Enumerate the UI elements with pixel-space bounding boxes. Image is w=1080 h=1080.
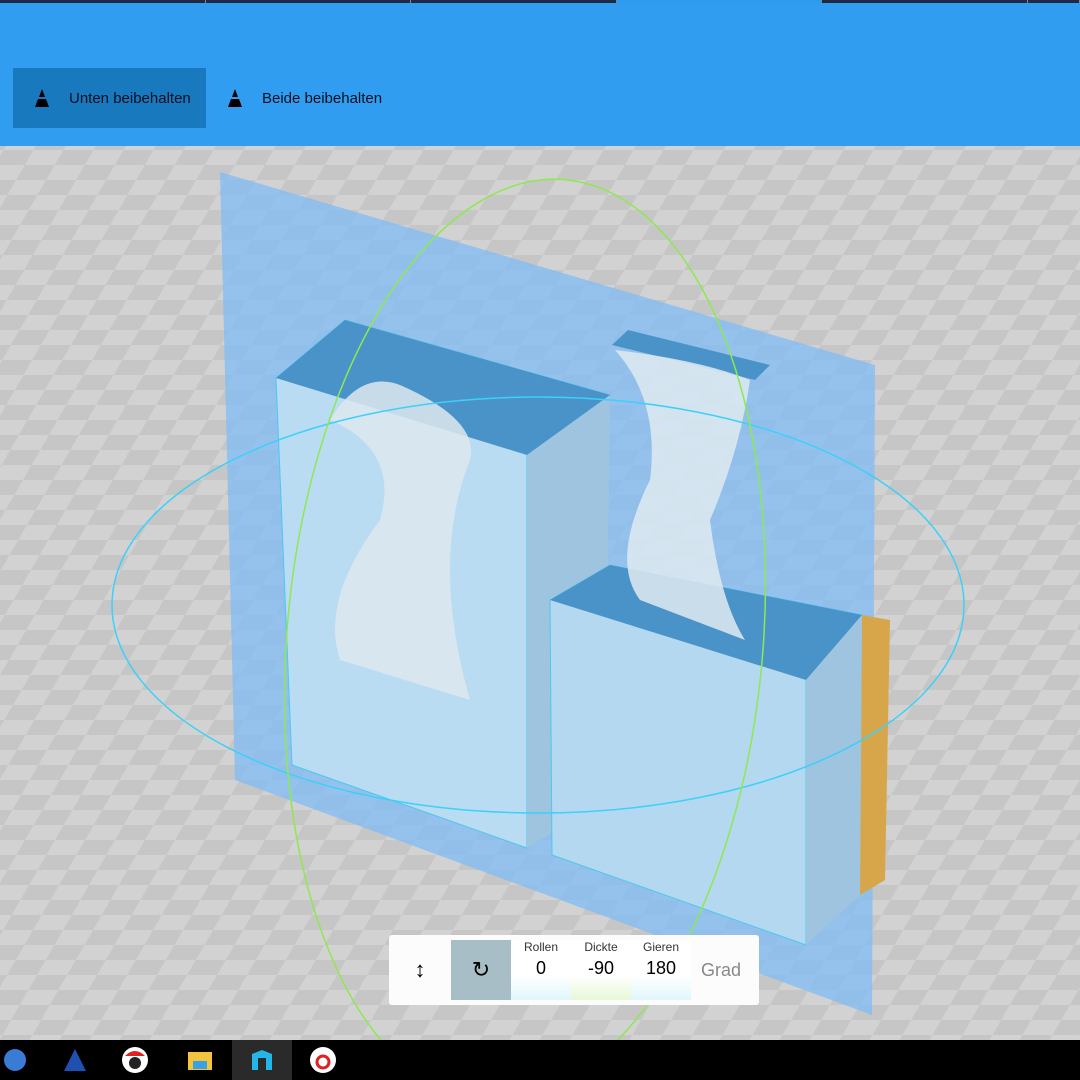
keep-bottom-icon [35, 89, 49, 107]
keep-bottom-button[interactable]: Unten beibehalten [13, 68, 206, 128]
wizard-icon[interactable] [45, 1040, 105, 1080]
scene-graphics [0, 146, 1080, 1040]
move-icon: ↕ [414, 957, 426, 982]
pitch-label: Dickte [584, 940, 618, 954]
side-face-orange [860, 615, 890, 895]
pitch-field[interactable]: Dickte -90 [571, 940, 631, 1000]
yaw-label: Gieren [642, 940, 680, 954]
transform-panel: ↕ ↻ Rollen 0 Dickte -90 Gieren 180 Grad [389, 935, 759, 1005]
taskbar [0, 1040, 1080, 1080]
rotate-icon: ↻ [471, 957, 491, 982]
rotate-button[interactable]: ↻ [451, 940, 511, 1000]
3d-viewport[interactable] [0, 146, 1080, 1040]
network-icon[interactable] [0, 1040, 45, 1080]
red-app-icon[interactable] [293, 1040, 353, 1080]
3d-builder-icon[interactable] [232, 1040, 292, 1080]
avatar-icon[interactable] [105, 1040, 165, 1080]
roll-label: Rollen [523, 940, 559, 954]
unit-label: Grad [701, 959, 742, 980]
move-button[interactable]: ↕ [389, 940, 451, 1000]
keep-both-button[interactable]: Beide beibehalten [206, 68, 396, 128]
yaw-field[interactable]: Gieren 180 [631, 940, 691, 1000]
keep-bottom-label: Unten beibehalten [69, 89, 191, 107]
pitch-value[interactable]: -90 [588, 958, 614, 979]
file-explorer-icon[interactable] [170, 1040, 230, 1080]
roll-field[interactable]: Rollen 0 [511, 940, 571, 1000]
yaw-value[interactable]: 180 [646, 958, 676, 979]
split-toolbar: Unten beibehalten Beide beibehalten [0, 3, 1080, 146]
keep-both-icon [228, 89, 242, 107]
keep-both-label: Beide beibehalten [262, 89, 383, 107]
roll-value[interactable]: 0 [536, 958, 546, 979]
